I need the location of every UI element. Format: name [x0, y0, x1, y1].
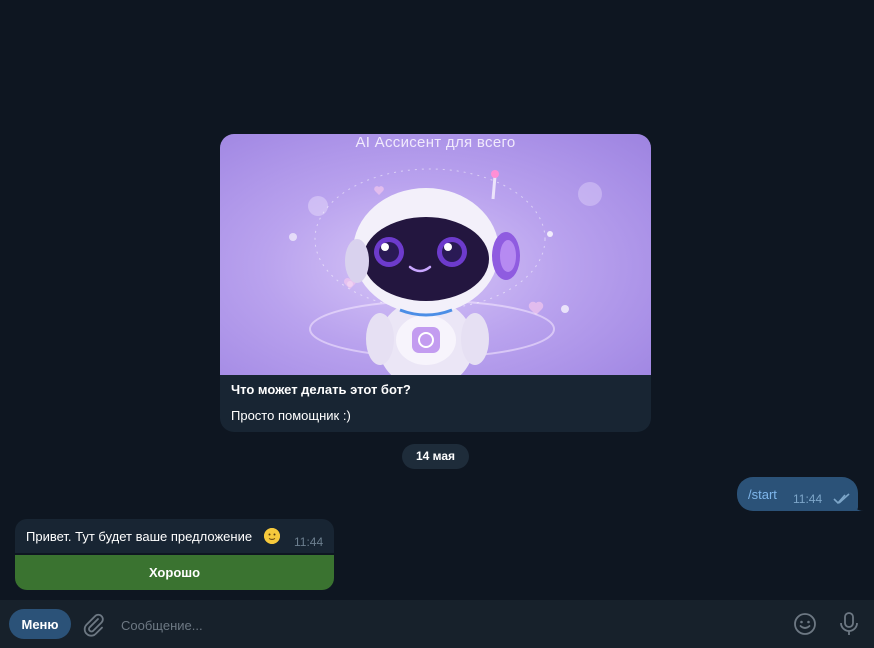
intro-text: Что может делать этот бот? Просто помощн…: [220, 375, 651, 423]
bot-menu-button[interactable]: Меню: [9, 609, 71, 639]
chat-area: AI Ассисент для всего Что может делать э…: [0, 0, 874, 600]
attach-icon[interactable]: [82, 613, 106, 637]
date-separator: 14 мая: [402, 444, 469, 469]
outgoing-message[interactable]: /start 11:44: [737, 477, 858, 511]
message-time: 11:44: [294, 535, 324, 549]
message-text: Привет. Тут будет ваше предложение: [26, 529, 253, 544]
intro-heading: Что может делать этот бот?: [231, 382, 411, 397]
intro-image-title: AI Ассисент для всего: [355, 134, 516, 151]
message-input[interactable]: [119, 612, 763, 638]
message-time: 11:44: [793, 492, 823, 506]
bot-intro-card: AI Ассисент для всего Что может делать э…: [220, 134, 651, 432]
microphone-icon[interactable]: [838, 611, 860, 637]
slightly-smiling-face-icon: [264, 528, 280, 544]
message-text: /start: [748, 487, 777, 502]
intro-body: Просто помощник :): [231, 408, 351, 423]
double-check-icon: [833, 493, 850, 505]
message-composer: Меню: [0, 600, 874, 648]
inline-keyboard-button[interactable]: Хорошо: [15, 555, 334, 590]
bot-intro-image: AI Ассисент для всего: [220, 134, 651, 375]
bubble-tail: [852, 501, 864, 511]
incoming-message[interactable]: Привет. Тут будет ваше предложение 11:44: [15, 519, 334, 553]
robot-illustration: [289, 168, 602, 375]
emoji-icon[interactable]: [793, 612, 817, 636]
